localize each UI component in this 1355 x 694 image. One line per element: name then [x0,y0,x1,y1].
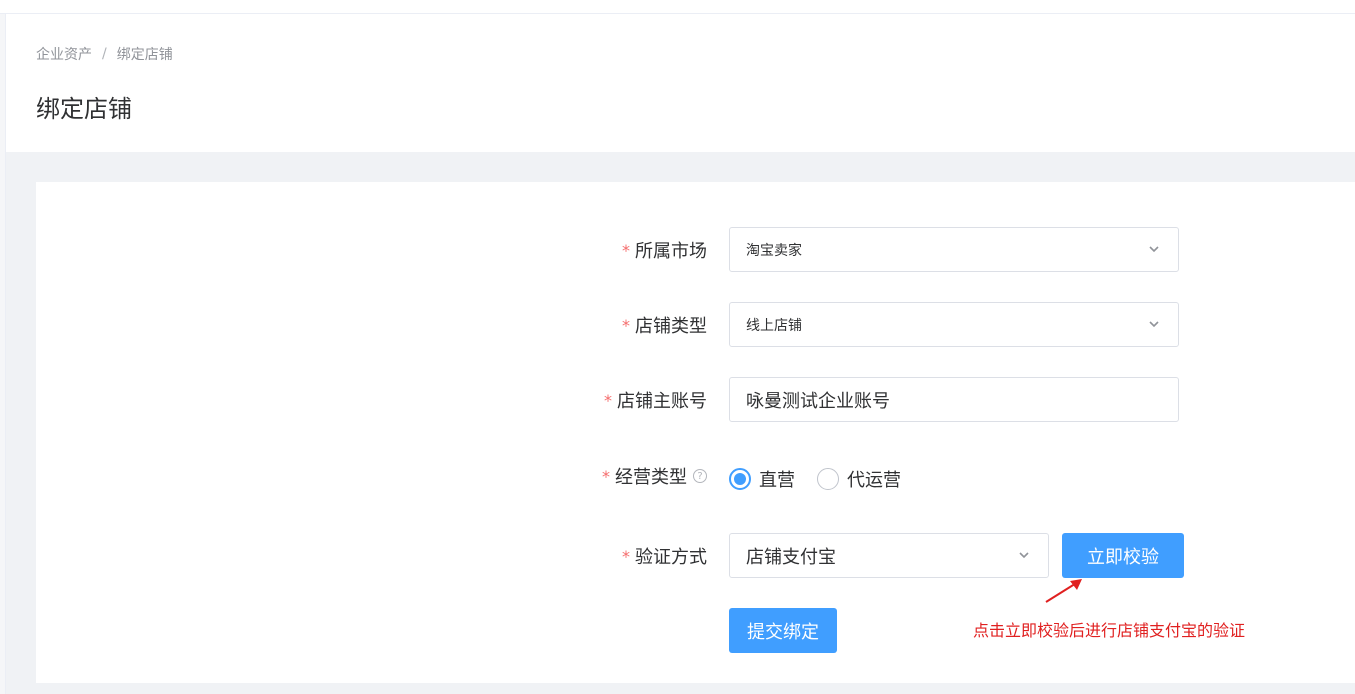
chevron-down-icon [1019,552,1029,559]
verify-method-label-text: 验证方式 [635,547,707,568]
store-type-select-value: 线上店铺 [746,317,802,334]
required-mark: * [602,466,610,486]
page-title: 绑定店铺 [36,95,132,123]
annotation-text: 点击立即校验后进行店铺支付宝的验证 [973,621,1246,640]
market-label-text: 所属市场 [635,241,707,262]
business-type-label-text: 经营类型 [615,467,687,488]
chevron-down-icon [1149,246,1159,253]
business-type-label: * 经营类型 ? [602,463,707,489]
verify-method-select[interactable]: 店铺支付宝 [729,533,1049,578]
verify-now-button[interactable]: 立即校验 [1062,533,1184,578]
verify-method-label: * 验证方式 [622,543,707,569]
radio-dot-checked[interactable] [729,468,751,490]
question-circle-icon[interactable]: ? [693,469,707,483]
required-mark: * [622,240,630,260]
submit-bind-button[interactable]: 提交绑定 [729,608,837,653]
radio-agency-label: 代运营 [847,470,901,491]
arrow-icon [1045,579,1082,603]
chevron-down-icon [1149,321,1159,328]
page-header: 企业资产 / 绑定店铺 绑定店铺 [6,15,1355,152]
radio-direct[interactable]: 直营 [729,466,795,492]
radio-direct-label: 直营 [759,470,795,491]
required-mark: * [622,546,630,566]
main-account-input[interactable]: 咏曼测试企业账号 [729,377,1179,422]
breadcrumb-separator: / [102,46,107,62]
top-bar [0,0,1355,14]
business-type-radio-group: 直营 代运营 [729,466,923,492]
store-type-label: * 店铺类型 [622,312,707,338]
verify-method-select-value: 店铺支付宝 [746,546,836,568]
store-type-select[interactable]: 线上店铺 [729,302,1179,347]
store-type-label-text: 店铺类型 [635,316,707,337]
required-mark: * [622,315,630,335]
breadcrumb-item-bind-store: 绑定店铺 [116,47,173,63]
market-select[interactable]: 淘宝卖家 [729,227,1179,272]
required-mark: * [604,390,612,410]
breadcrumb: 企业资产 / 绑定店铺 [36,44,173,64]
main-account-input-value: 咏曼测试企业账号 [746,390,890,412]
radio-agency[interactable]: 代运营 [817,466,901,492]
main-account-label-text: 店铺主账号 [617,391,707,412]
breadcrumb-item-assets[interactable]: 企业资产 [36,44,92,64]
radio-dot-unchecked[interactable] [817,468,839,490]
market-label: * 所属市场 [622,237,707,263]
main-account-label: * 店铺主账号 [604,387,707,413]
market-select-value: 淘宝卖家 [746,242,802,259]
